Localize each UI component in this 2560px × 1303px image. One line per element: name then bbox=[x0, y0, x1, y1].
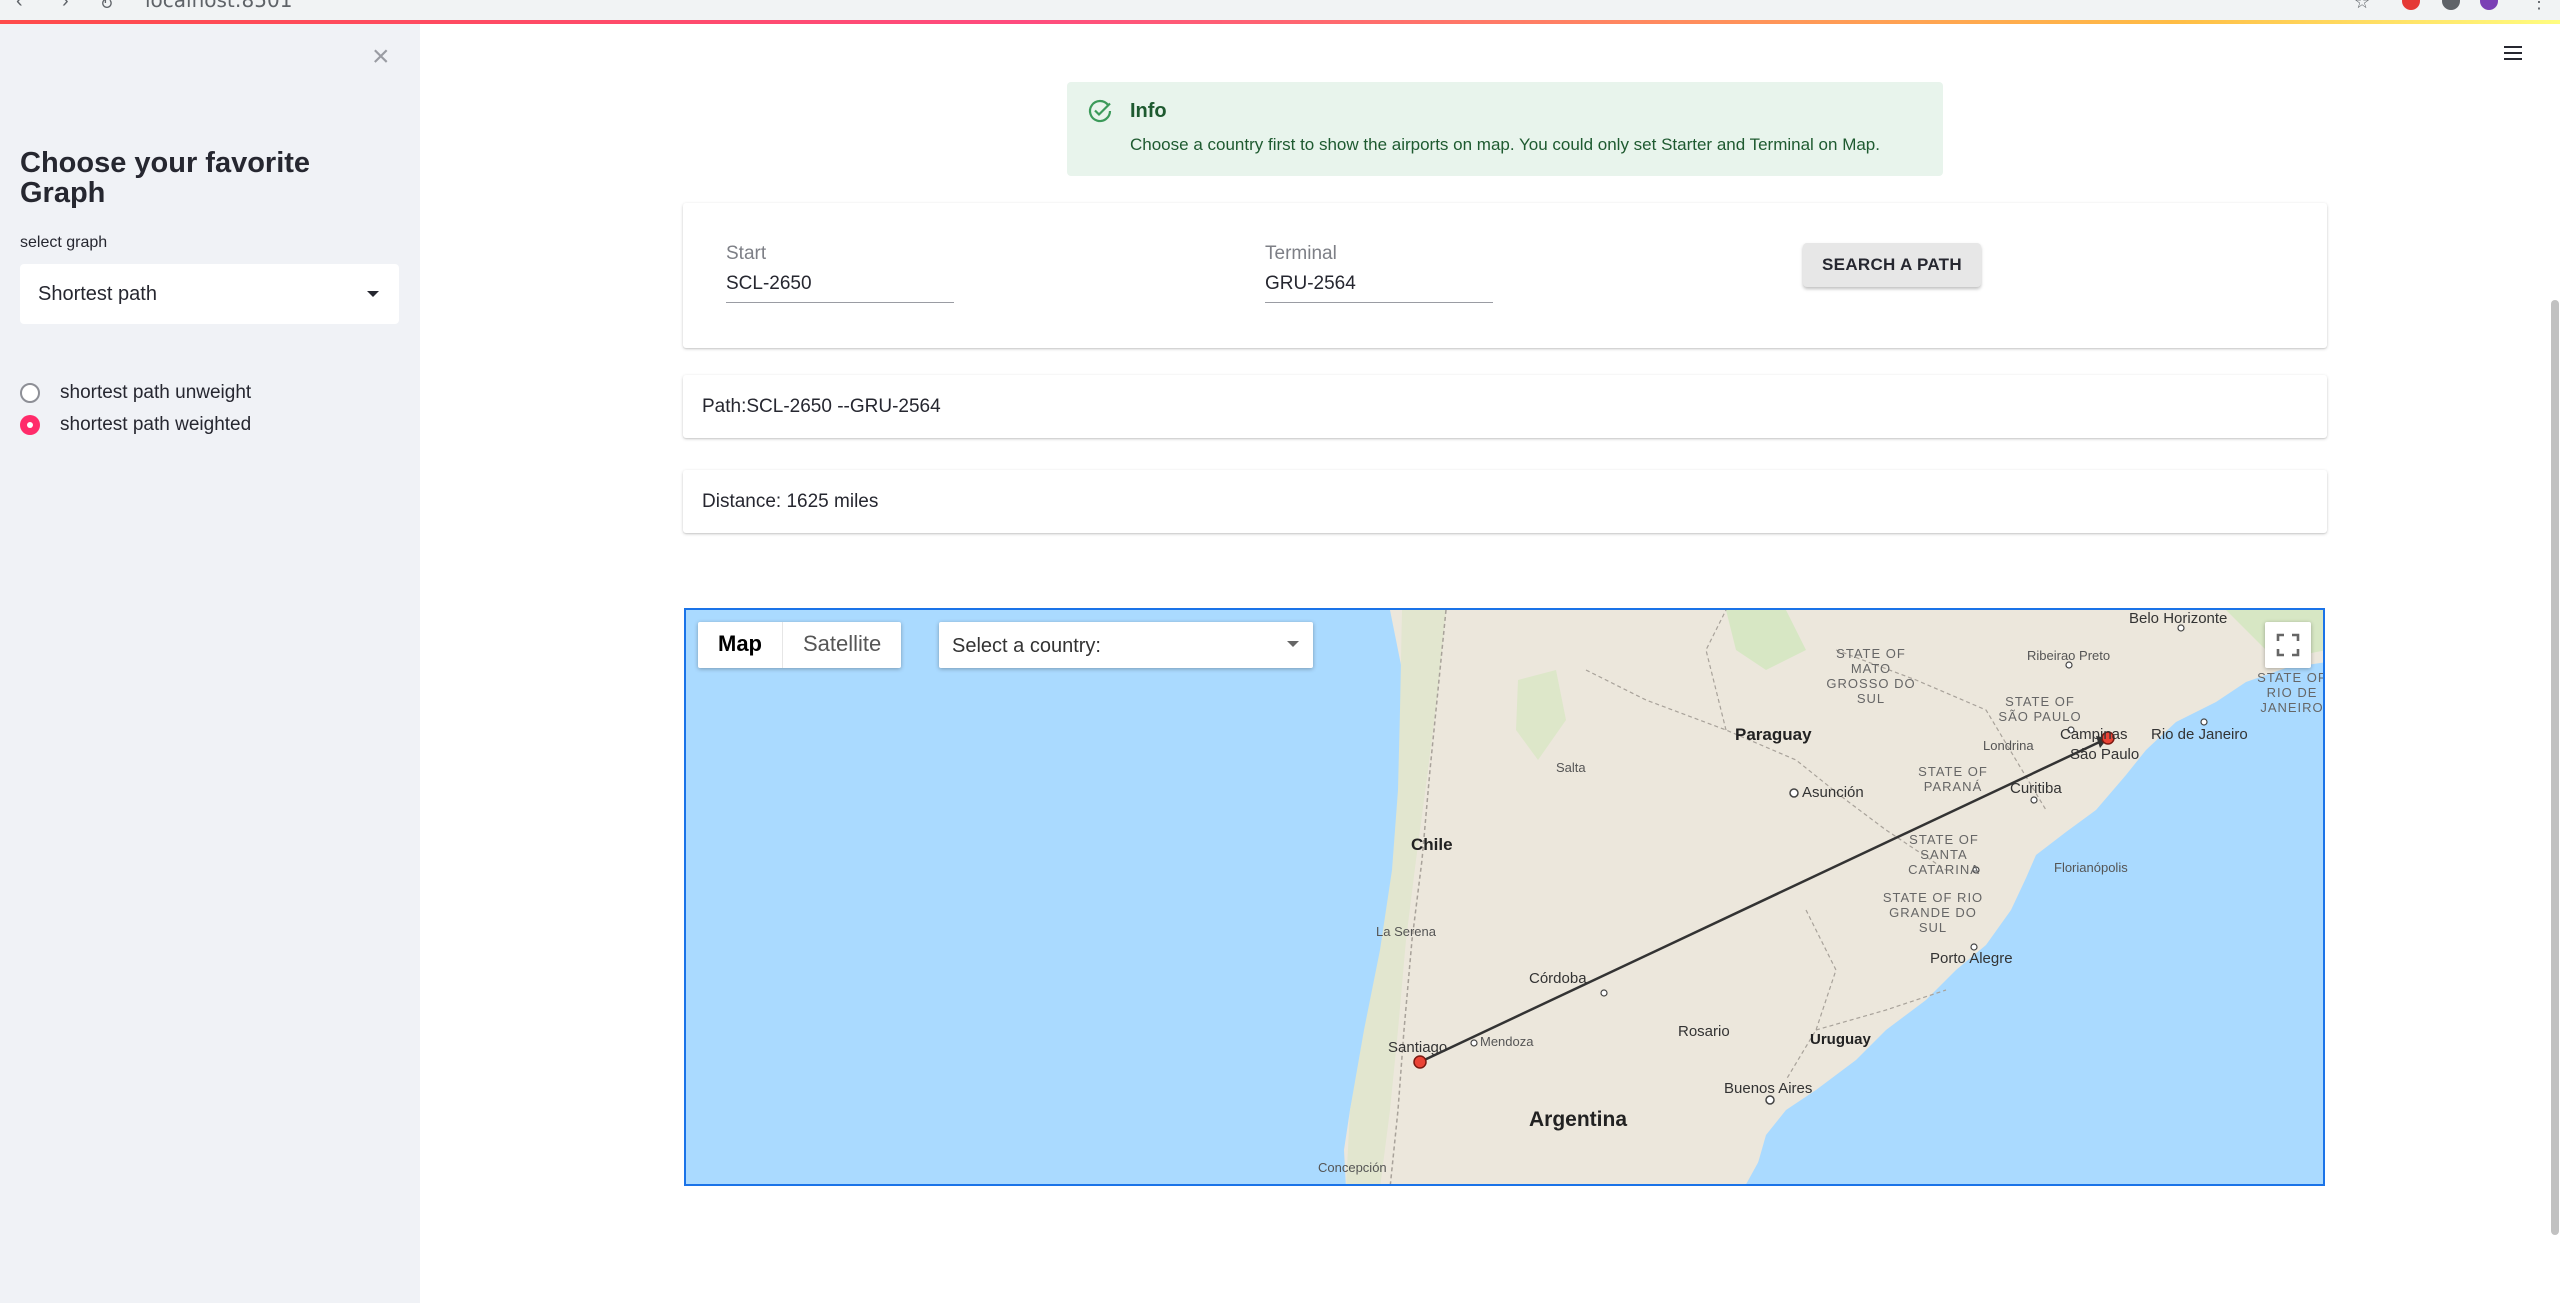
fullscreen-button[interactable] bbox=[2265, 622, 2311, 668]
distance-text: Distance: 1625 miles bbox=[702, 491, 879, 512]
map-label-mendoza: Mendoza bbox=[1480, 1034, 1534, 1049]
start-input[interactable]: SCL-2650 bbox=[726, 273, 954, 303]
map-label-rio-de-janeiro: Rio de Janeiro bbox=[2151, 726, 2248, 743]
reload-icon[interactable]: ↻ bbox=[100, 0, 113, 14]
map-label-curitiba: Curitiba bbox=[2010, 780, 2062, 797]
check-circle-icon bbox=[1088, 99, 1112, 123]
map-type-control: Map Satellite bbox=[698, 622, 902, 668]
chevron-down-icon bbox=[1287, 641, 1299, 647]
select-graph-label: select graph bbox=[20, 234, 108, 251]
map-label-rosario: Rosario bbox=[1678, 1023, 1730, 1040]
map-label-salta: Salta bbox=[1556, 760, 1586, 775]
map-label-buenos-aires: Buenos Aires bbox=[1724, 1080, 1813, 1097]
map-label-ribeirao-preto: Ribeirao Preto bbox=[2027, 648, 2111, 663]
search-path-button[interactable]: SEARCH A PATH bbox=[1803, 243, 1981, 287]
map-label-state-mato-grosso: STATE OF MATO GROSSO DO SUL bbox=[1826, 646, 1916, 706]
radio-label: shortest path weighted bbox=[60, 414, 252, 435]
profile-avatar[interactable] bbox=[2480, 0, 2498, 10]
terminal-input[interactable]: GRU-2564 bbox=[1265, 273, 1493, 303]
map-view[interactable]: Paraguay Chile Argentina Uruguay Belo Ho… bbox=[684, 608, 2325, 1186]
map-label-asuncion: Asunción bbox=[1802, 784, 1864, 801]
map-label-concepcion: Concepción bbox=[1318, 1160, 1387, 1175]
map-label-state-sao-paulo: STATE OF SÃO PAULO bbox=[1998, 694, 2082, 724]
start-label: Start bbox=[726, 243, 767, 264]
map-label-state-rio-grande: STATE OF RIO GRANDE DO SUL bbox=[1882, 890, 1984, 935]
extension-icon[interactable] bbox=[2402, 0, 2420, 10]
map-label-argentina: Argentina bbox=[1529, 1108, 1628, 1131]
main-menu-icon[interactable] bbox=[2504, 44, 2524, 62]
path-text: Path:SCL-2650 --GRU-2564 bbox=[702, 396, 941, 417]
search-form-card: Start SCL-2650 Terminal GRU-2564 SEARCH … bbox=[683, 203, 2327, 348]
browser-menu-icon[interactable]: ⋮ bbox=[2530, 0, 2548, 13]
map-label-cordoba: Córdoba bbox=[1529, 970, 1587, 987]
country-select-value: Select a country: bbox=[952, 635, 1101, 657]
map-label-state-parana: STATE OF PARANÁ bbox=[1918, 764, 1988, 794]
distance-result-card: Distance: 1625 miles bbox=[683, 470, 2327, 533]
map-label-la-serena: La Serena bbox=[1376, 924, 1436, 939]
map-label-uruguay: Uruguay bbox=[1810, 1031, 1871, 1048]
sidebar-title: Choose your favorite Graph bbox=[20, 147, 311, 209]
info-title: Info bbox=[1130, 100, 1167, 122]
map-label-chile: Chile bbox=[1411, 835, 1453, 854]
select-graph-value: Shortest path bbox=[38, 283, 157, 305]
start-airport-marker[interactable] bbox=[1413, 1055, 1427, 1069]
bookmark-star-icon[interactable]: ☆ bbox=[2354, 0, 2370, 13]
radio-circle-checked-icon bbox=[20, 415, 40, 435]
close-sidebar-icon[interactable]: × bbox=[372, 42, 390, 72]
forward-icon[interactable]: › bbox=[62, 0, 69, 13]
info-alert: Info Choose a country first to show the … bbox=[1067, 82, 1943, 176]
map-label-sao-paulo: São Paulo bbox=[2070, 746, 2140, 763]
map-label-londrina: Londrina bbox=[1983, 738, 2034, 753]
map-label-santiago: Santiago bbox=[1388, 1039, 1448, 1056]
back-icon[interactable]: ‹ bbox=[16, 0, 23, 13]
map-label-belo-horizonte: Belo Horizonte bbox=[2129, 610, 2228, 627]
browser-toolbar: ‹ › ↻ localhost:8501 ☆ ⋮ bbox=[0, 0, 2560, 21]
fullscreen-icon bbox=[2276, 633, 2300, 657]
map-label-florianopolis: Florianópolis bbox=[2054, 860, 2128, 875]
city-dot bbox=[1789, 788, 1799, 798]
map-label-paraguay: Paraguay bbox=[1735, 725, 1812, 744]
map-type-map-button[interactable]: Map bbox=[698, 622, 783, 668]
terminal-label: Terminal bbox=[1265, 243, 1337, 264]
map-label-state-rio: STATE OF RIO DE JANEIRO bbox=[2257, 670, 2325, 715]
country-select[interactable]: Select a country: bbox=[939, 622, 1313, 668]
city-dot bbox=[2200, 718, 2208, 726]
city-dot bbox=[2030, 796, 2038, 804]
radio-circle-icon bbox=[20, 383, 40, 403]
radio-label: shortest path unweight bbox=[60, 382, 252, 403]
sidebar: × Choose your favorite Graph select grap… bbox=[0, 24, 420, 1303]
info-message: Choose a country first to show the airpo… bbox=[1130, 135, 1880, 154]
path-result-card: Path:SCL-2650 --GRU-2564 bbox=[683, 375, 2327, 438]
city-dot bbox=[1470, 1039, 1478, 1047]
chevron-down-icon bbox=[367, 291, 379, 297]
map-type-satellite-button[interactable]: Satellite bbox=[783, 622, 901, 668]
city-dot bbox=[1600, 989, 1608, 997]
address-bar[interactable]: localhost:8501 bbox=[145, 0, 292, 12]
select-graph-dropdown[interactable]: Shortest path bbox=[20, 264, 399, 324]
map-label-campinas: Campinas bbox=[2060, 726, 2128, 743]
city-dot bbox=[1765, 1095, 1775, 1105]
page-scrollbar[interactable] bbox=[2551, 300, 2559, 1235]
map-label-porto-alegre: Porto Alegre bbox=[1930, 950, 2013, 967]
map-label-state-santa-catarina: STATE OF SANTA CATARINA bbox=[1908, 832, 1980, 877]
extensions-puzzle-icon[interactable] bbox=[2442, 0, 2460, 10]
